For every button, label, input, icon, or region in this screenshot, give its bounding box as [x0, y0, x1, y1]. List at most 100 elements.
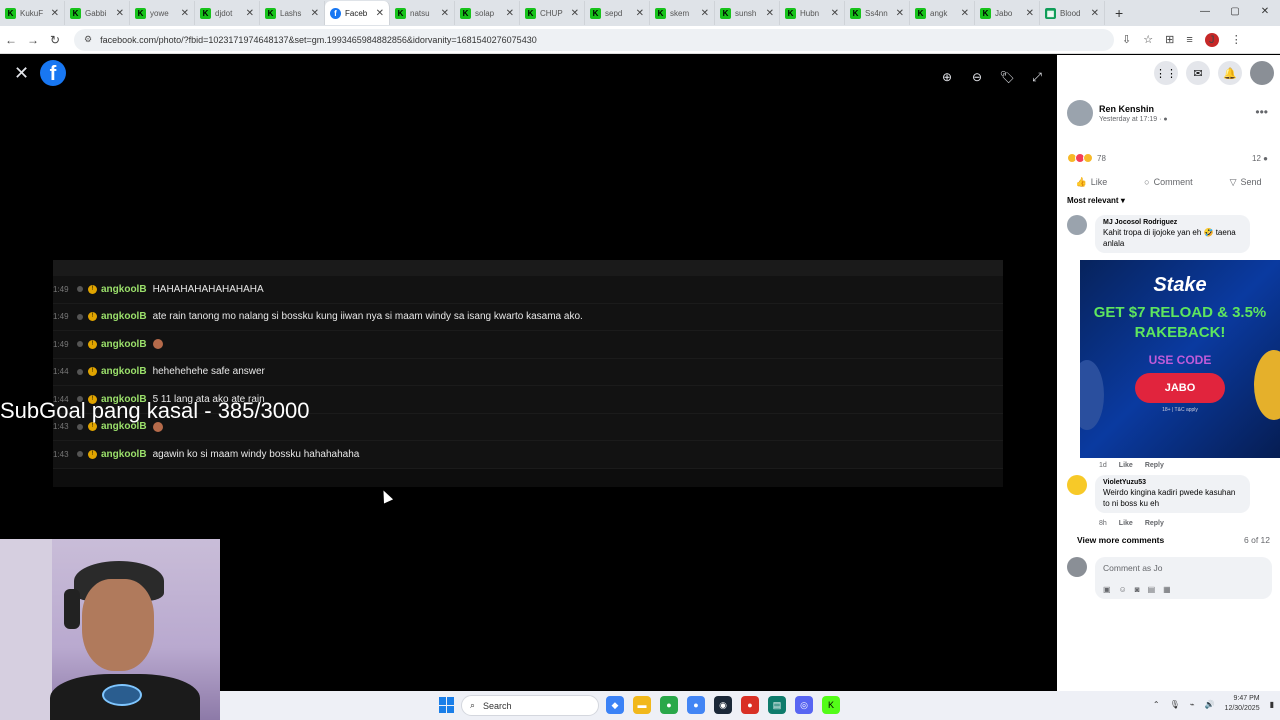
browser-tab[interactable]: Knatsu ✕	[390, 1, 455, 25]
comment-sort-dropdown[interactable]: Most relevant ▾	[1067, 196, 1125, 205]
discord-icon[interactable]: ◎	[795, 696, 813, 714]
media-icon[interactable]: ≡	[1186, 34, 1192, 46]
gif-icon[interactable]: ▣	[1103, 585, 1111, 594]
close-window-icon[interactable]: ✕	[1250, 0, 1280, 24]
emoji-icon[interactable]: ☺	[1119, 585, 1127, 594]
microphone-icon[interactable]: 🎙	[1170, 700, 1180, 709]
back-icon[interactable]: ←	[0, 33, 22, 47]
browser-tab[interactable]: Ksolap ✕	[455, 1, 520, 25]
post-author[interactable]: Ren Kenshin Yesterday at 17:19 · ●	[1067, 100, 1168, 126]
comment-reply-link[interactable]: Reply	[1145, 462, 1164, 469]
site-info-icon[interactable]: ⚙	[84, 34, 92, 45]
tab-close-icon[interactable]: ✕	[51, 8, 59, 19]
bookmark-star-icon[interactable]: ☆	[1143, 33, 1153, 46]
url-field[interactable]: ⚙ facebook.com/photo/?fbid=1023171974648…	[74, 28, 1114, 51]
tab-close-icon[interactable]: ✕	[1091, 8, 1099, 19]
comment-like-link[interactable]: Like	[1119, 520, 1133, 527]
comment-input[interactable]: Comment as Jo ▣ ☺ ◙ ▤ ▦	[1095, 557, 1272, 599]
chrome-alt-icon[interactable]: ●	[687, 696, 705, 714]
zoom-in-icon[interactable]: ⊕	[935, 65, 959, 89]
notification-icon[interactable]: ▮	[1270, 700, 1274, 709]
chrome-profile-icon[interactable]: ●	[741, 696, 759, 714]
ad-code-button[interactable]: JABO	[1135, 373, 1225, 403]
tag-icon[interactable]: 🏷	[995, 65, 1019, 89]
browser-tab[interactable]: Ksunsh ✕	[715, 1, 780, 25]
browser-tab[interactable]: Ksepd ✕	[585, 1, 650, 25]
reaction-summary[interactable]: 78	[1067, 153, 1106, 163]
tab-close-icon[interactable]: ✕	[246, 8, 254, 19]
browser-tab[interactable]: Kyowe ✕	[130, 1, 195, 25]
browser-tab[interactable]: K Hubn ✕	[780, 1, 845, 25]
taskbar-search[interactable]: ⌕ Search	[461, 695, 599, 716]
minimize-icon[interactable]: —	[1190, 0, 1220, 24]
maximize-icon[interactable]: ▢	[1220, 0, 1250, 24]
network-icon[interactable]: ⌁	[1190, 700, 1195, 709]
profile-avatar[interactable]: J	[1204, 32, 1219, 47]
tab-close-icon[interactable]: ✕	[831, 8, 839, 19]
author-avatar[interactable]	[1067, 100, 1093, 126]
more-options-icon[interactable]: •••	[1255, 105, 1268, 119]
comment-button[interactable]: ○ Comment	[1144, 177, 1192, 187]
browser-tab[interactable]: ▦ Blood ✕	[1040, 1, 1105, 25]
tab-close-icon[interactable]: ✕	[766, 8, 774, 19]
tab-close-icon[interactable]: ✕	[311, 8, 319, 19]
sticker-icon[interactable]: ▦	[1163, 585, 1171, 594]
tab-close-icon[interactable]: ✕	[116, 8, 124, 19]
browser-tab[interactable]: K Gabbi ✕	[65, 1, 130, 25]
browser-tab[interactable]: K CHUP ✕	[520, 1, 585, 25]
tab-close-icon[interactable]: ✕	[1026, 8, 1034, 19]
tab-close-icon[interactable]: ✕	[701, 8, 709, 19]
volume-icon[interactable]: 🔊	[1205, 700, 1215, 709]
menu-dots-icon[interactable]: ⋮	[1231, 33, 1242, 46]
tab-close-icon[interactable]: ✕	[961, 8, 969, 19]
fullscreen-icon[interactable]: ⤢	[1025, 65, 1049, 89]
steam-icon[interactable]: ◉	[714, 696, 732, 714]
camera-icon[interactable]: ◙	[1135, 585, 1140, 594]
post-time[interactable]: Yesterday at 17:19 ·	[1099, 116, 1163, 123]
menu-grid-icon[interactable]: ⋮⋮	[1154, 61, 1178, 85]
file-explorer-icon[interactable]: ▬	[633, 696, 651, 714]
zoom-out-icon[interactable]: ⊖	[965, 65, 989, 89]
browser-tab[interactable]: K Lashs ✕	[260, 1, 325, 25]
notifications-bell-icon[interactable]: 🔔	[1218, 61, 1242, 85]
browser-tab[interactable]: Kangk ✕	[910, 1, 975, 25]
tab-close-icon[interactable]: ✕	[441, 8, 449, 19]
view-more-comments-link[interactable]: View more comments	[1077, 535, 1164, 545]
tab-close-icon[interactable]: ✕	[571, 8, 579, 19]
reload-icon[interactable]: ↻	[44, 33, 66, 47]
install-icon[interactable]: ⇩	[1122, 33, 1131, 46]
forward-icon[interactable]: →	[22, 33, 44, 47]
gif-picker-icon[interactable]: ▤	[1148, 585, 1156, 594]
comment-like-link[interactable]: Like	[1119, 462, 1133, 469]
tray-overflow-icon[interactable]: ⌃	[1153, 700, 1160, 709]
account-avatar[interactable]	[1250, 61, 1274, 85]
commenter-avatar[interactable]	[1067, 475, 1087, 495]
taskbar-clock[interactable]: 9:47 PM 12/30/2025	[1225, 694, 1260, 714]
author-name[interactable]: Ren Kenshin	[1099, 104, 1168, 114]
chrome-icon[interactable]: ●	[660, 696, 678, 714]
tab-close-icon[interactable]: ✕	[181, 8, 189, 19]
comment-reply-link[interactable]: Reply	[1145, 520, 1164, 527]
comment-count[interactable]: 12 ●	[1252, 154, 1268, 163]
browser-tab[interactable]: Kdjdot ✕	[195, 1, 260, 25]
new-tab-button[interactable]: +	[1115, 5, 1123, 21]
close-icon[interactable]: ✕	[14, 63, 29, 84]
browser-tab[interactable]: Kskem ✕	[650, 1, 715, 25]
notepad-icon[interactable]: ▤	[768, 696, 786, 714]
browser-tab[interactable]: K KukuF ✕	[0, 1, 65, 25]
commenter-name[interactable]: VioletYuzu53	[1103, 479, 1242, 486]
tab-close-icon[interactable]: ✕	[376, 8, 384, 19]
extensions-icon[interactable]: ⊞	[1165, 33, 1174, 46]
messenger-icon[interactable]: ✉	[1186, 61, 1210, 85]
windows-start-icon[interactable]	[439, 697, 455, 713]
kick-app-icon[interactable]: K	[822, 696, 840, 714]
stake-ad-banner[interactable]: Stake GET $7 RELOAD & 3.5% RAKEBACK! USE…	[1080, 260, 1280, 458]
commenter-name[interactable]: MJ Jocosol Rodriguez	[1103, 219, 1242, 226]
facebook-logo[interactable]: f	[40, 60, 66, 86]
send-button[interactable]: ▽ Send	[1230, 177, 1262, 188]
like-button[interactable]: 👍 Like	[1075, 177, 1107, 188]
tab-close-icon[interactable]: ✕	[896, 8, 904, 19]
commenter-avatar[interactable]	[1067, 215, 1087, 235]
copilot-icon[interactable]: ◆	[606, 696, 624, 714]
browser-tab[interactable]: K Ss4nn ✕	[845, 1, 910, 25]
